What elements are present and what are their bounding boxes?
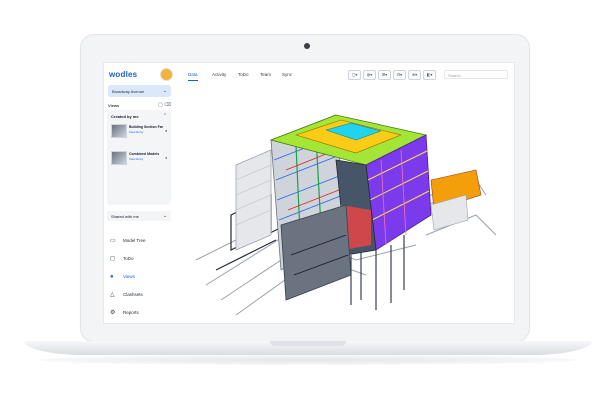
- created-by-me-header[interactable]: Created by me: [111, 114, 139, 119]
- sidebar-item-todo[interactable]: ◻ ToDo: [110, 255, 170, 265]
- gear-icon: ⚙: [110, 310, 116, 316]
- todo-icon: ◻: [110, 256, 115, 262]
- sidebar-item-clashsets[interactable]: △ Clashsets: [110, 291, 170, 301]
- sidebar-item-label: Reports: [123, 310, 139, 315]
- folder-icon: ▭: [110, 238, 116, 244]
- shared-with-me-label: Shared with me: [111, 214, 139, 219]
- sidebar-item-label: Views: [123, 274, 135, 279]
- more-icon[interactable]: ●: [165, 128, 167, 133]
- views-actions-icon[interactable]: ▢ ⌫: [158, 102, 171, 108]
- navigate-tool-button[interactable]: ◍▾: [363, 70, 376, 80]
- sidebar-item-label: Clashsets: [123, 292, 143, 297]
- view-thumbnail: [111, 124, 127, 138]
- model-viewport[interactable]: [176, 85, 514, 323]
- project-selector[interactable]: Broadway Avenue ⌄: [108, 85, 171, 97]
- camera-icon: [304, 43, 310, 49]
- shared-with-me-header[interactable]: Shared with me ⌄: [107, 211, 171, 221]
- search-input[interactable]: Search: [444, 70, 508, 79]
- app-screen: wodles Broadway Avenue ⌄ Views ▢ ⌫ Creat…: [103, 62, 515, 324]
- list-item[interactable]: Combined Models View Entry ●: [111, 151, 169, 171]
- measure-tool-button[interactable]: ⊟▾: [393, 70, 406, 80]
- laptop-notch: [270, 341, 346, 346]
- sidebar-item-views[interactable]: ● Views: [110, 273, 170, 283]
- visibility-tool-button[interactable]: ◧▾: [423, 70, 436, 80]
- warning-icon: △: [110, 292, 115, 298]
- views-icon: ●: [110, 274, 114, 280]
- view-title: Combined Models: [129, 152, 160, 156]
- sidebar-item-model-tree[interactable]: ▭ Model Tree: [110, 237, 170, 247]
- section-tool-button[interactable]: ⊞▾: [378, 70, 391, 80]
- tab-activity[interactable]: Activity: [212, 72, 226, 77]
- views-heading: Views: [108, 103, 120, 108]
- sidebar-item-label: ToDo: [123, 256, 134, 261]
- avatar[interactable]: [160, 68, 173, 81]
- project-name: Broadway Avenue: [112, 89, 145, 94]
- view-subtitle: View Entry: [129, 157, 144, 161]
- view-thumbnail: [111, 151, 127, 165]
- tab-todo[interactable]: ToDo: [238, 72, 249, 77]
- building-model-render: [195, 114, 497, 316]
- sidebar-item-label: Model Tree: [123, 238, 146, 243]
- tab-team[interactable]: Team: [260, 72, 271, 77]
- chevron-down-icon: ⌄: [163, 213, 168, 219]
- view-subtitle: View Entry: [129, 130, 144, 134]
- active-tab-indicator: [188, 80, 198, 81]
- list-item[interactable]: Building Section Far View Entry ●: [111, 124, 169, 144]
- tab-sync[interactable]: Sync: [282, 72, 292, 77]
- view-title: Building Section Far: [129, 125, 164, 129]
- zoom-tool-button[interactable]: ⊕▾: [408, 70, 421, 80]
- laptop-shadow: [40, 355, 576, 365]
- chevron-down-icon: ⌄: [162, 88, 167, 94]
- tab-data[interactable]: Data: [188, 72, 198, 77]
- sidebar: wodles Broadway Avenue ⌄ Views ▢ ⌫ Creat…: [104, 63, 177, 323]
- top-toolbar: Data Activity ToDo Team Sync ▢▾ ◍▾ ⊞▾ ⊟▾…: [176, 63, 514, 86]
- select-tool-button[interactable]: ▢▾: [348, 70, 361, 80]
- views-panel: Created by me ⌃ Building Section Far Vie…: [107, 110, 171, 205]
- sidebar-item-reports[interactable]: ⚙ Reports: [110, 309, 170, 319]
- app-logo: wodles: [109, 70, 138, 79]
- chevron-up-icon[interactable]: ⌃: [163, 113, 167, 119]
- more-icon[interactable]: ●: [165, 155, 167, 160]
